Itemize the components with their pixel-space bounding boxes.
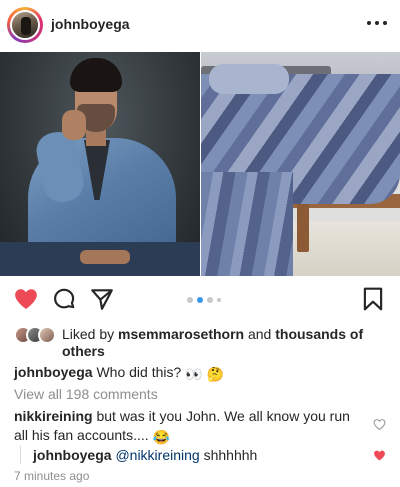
comment: nikkireining but was it you John. We all…: [14, 407, 354, 447]
more-options-icon[interactable]: [367, 13, 387, 33]
post-timestamp: 7 minutes ago: [14, 469, 90, 483]
avatar: [38, 326, 56, 344]
liker-username[interactable]: msemmarosethorn: [118, 326, 244, 342]
action-bar: [0, 276, 400, 322]
post-username[interactable]: johnboyega: [51, 16, 130, 32]
caption-username[interactable]: johnboyega: [14, 364, 93, 380]
carousel-dot: [207, 297, 213, 303]
carousel-dot: [187, 297, 193, 303]
portrait-photo: [0, 52, 200, 276]
caption-text: Who did this?: [96, 364, 182, 380]
avatar[interactable]: [10, 10, 40, 40]
comment-username[interactable]: nikkireining: [14, 408, 93, 424]
heart-filled-icon[interactable]: [13, 286, 39, 312]
reply-text: shhhhhh: [203, 447, 258, 463]
post-image[interactable]: [0, 52, 400, 276]
paper-plane-icon[interactable]: [89, 286, 115, 312]
comment-emoji: 😂: [152, 429, 170, 445]
caption-emojis: 👀 🤔: [185, 366, 224, 382]
comment-reply: johnboyega @nikkireining shhhhhh: [33, 446, 257, 464]
heart-outline-icon[interactable]: [373, 418, 386, 431]
post-caption: johnboyega Who did this? 👀 🤔: [14, 363, 390, 383]
liker-avatars[interactable]: [14, 326, 58, 344]
bookmark-icon[interactable]: [360, 286, 386, 312]
likes-prefix: Liked by: [62, 326, 115, 342]
comment-icon[interactable]: [51, 286, 77, 312]
reply-thread-line: [20, 446, 21, 464]
bedding-photo: [201, 52, 400, 276]
view-all-comments-link[interactable]: View all 198 comments: [14, 386, 158, 402]
heart-filled-icon[interactable]: [373, 449, 386, 462]
likes-text: Liked by msemmarosethorn and thousands o…: [62, 326, 392, 360]
carousel-dot-active: [197, 297, 203, 303]
reply-username[interactable]: johnboyega: [33, 447, 112, 463]
likes-summary: Liked by msemmarosethorn and thousands o…: [14, 324, 390, 360]
likes-conjunction: and: [247, 326, 272, 342]
post-header: johnboyega: [0, 0, 400, 52]
carousel-indicator: [187, 297, 221, 303]
carousel-dot: [217, 298, 221, 302]
reply-mention[interactable]: @nikkireining: [115, 447, 199, 463]
